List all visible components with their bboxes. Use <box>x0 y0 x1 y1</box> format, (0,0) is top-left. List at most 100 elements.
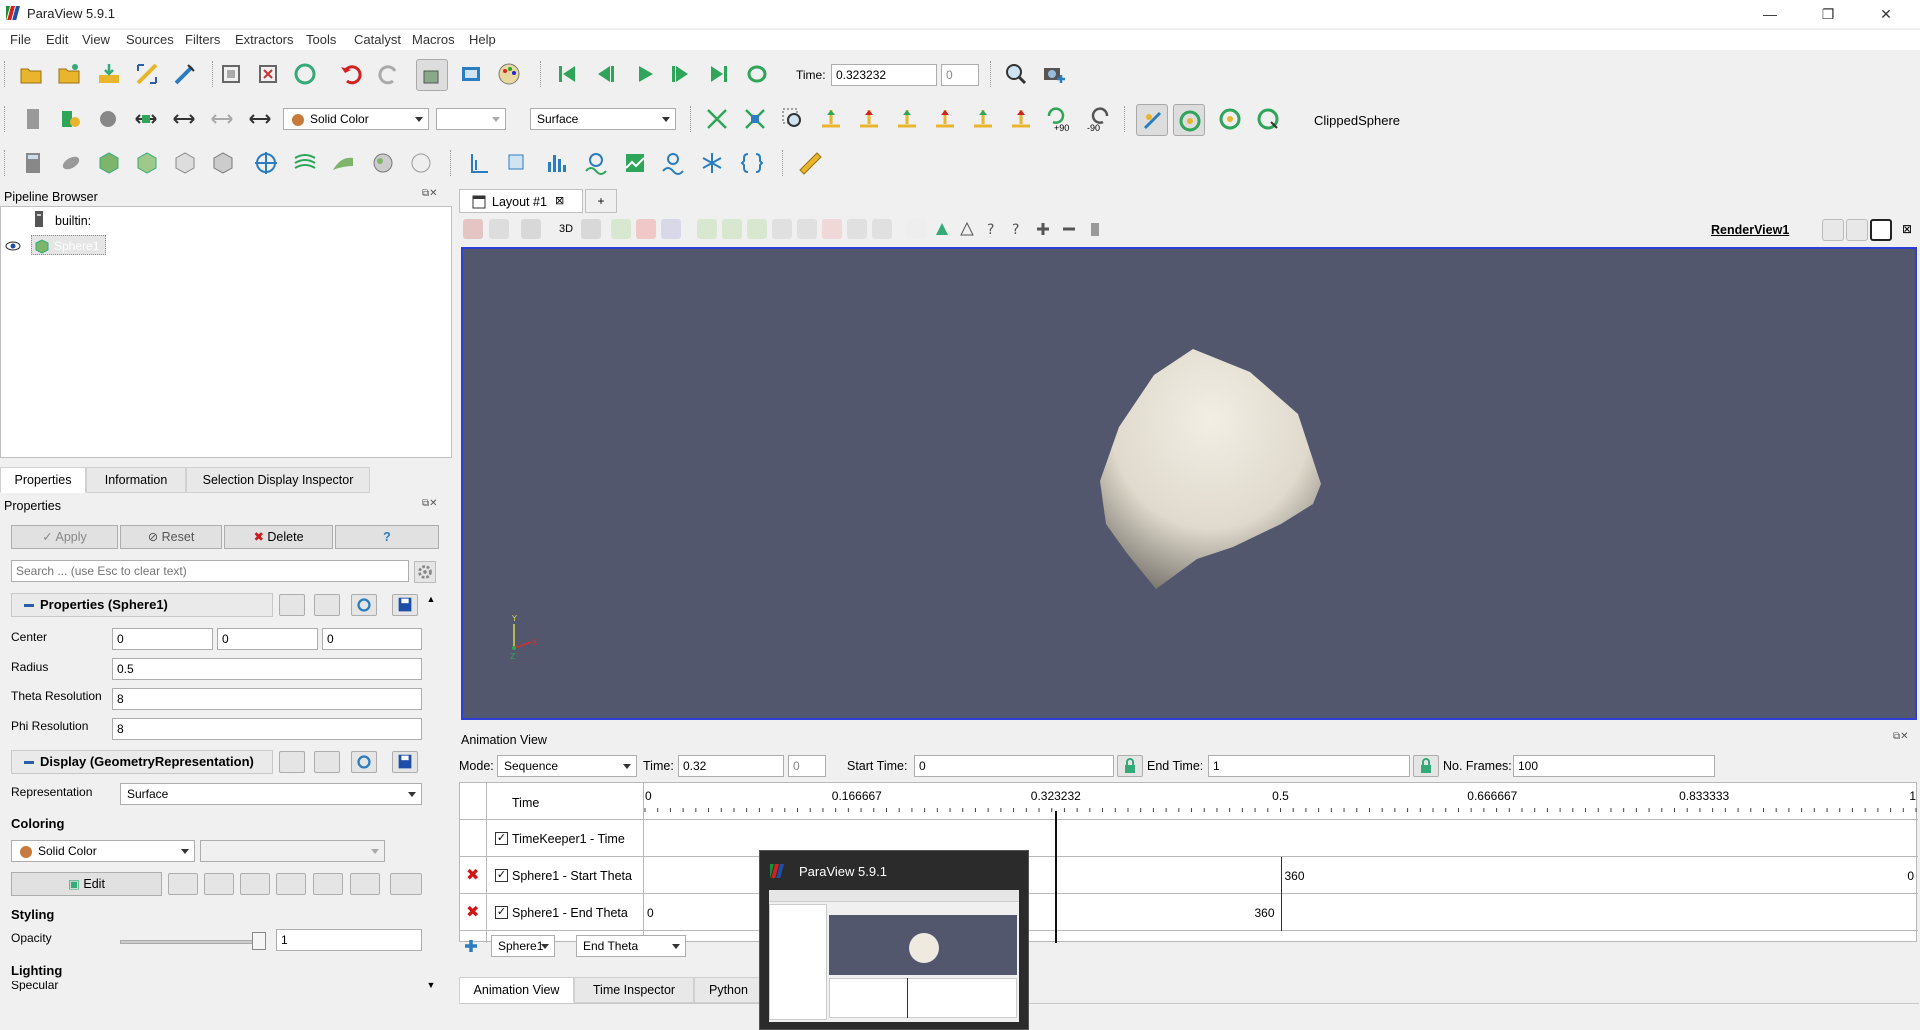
select-points-through-icon[interactable] <box>722 219 742 239</box>
maximize-view-icon[interactable] <box>1870 219 1892 241</box>
paste-display-icon[interactable] <box>314 751 340 773</box>
glyph-icon[interactable] <box>253 150 279 176</box>
visibility-eye-icon[interactable] <box>5 240 21 252</box>
rescale-data-range-icon[interactable] <box>133 106 159 132</box>
rescale-range-icon[interactable] <box>204 873 234 895</box>
menu-view[interactable]: View <box>82 32 110 47</box>
reset-button[interactable]: ⊘ Reset <box>120 525 222 549</box>
mode-select[interactable]: Sequence <box>497 755 637 777</box>
advanced-gear-icon[interactable] <box>414 561 436 583</box>
menu-help[interactable]: Help <box>469 32 496 47</box>
tab-layout-1[interactable]: Layout #1 ⊠ <box>459 189 583 213</box>
plot-data-icon[interactable] <box>504 150 530 176</box>
view-plus-z-icon[interactable] <box>970 106 996 132</box>
split-horizontal-icon[interactable] <box>1822 219 1844 241</box>
taskbar-preview[interactable]: ParaView 5.9.1 <box>759 850 1029 1030</box>
zoom-to-data-icon[interactable] <box>742 106 768 132</box>
save-display-defaults-icon[interactable] <box>392 751 418 773</box>
undo-icon[interactable] <box>338 61 364 87</box>
reload-display-icon[interactable] <box>351 751 377 773</box>
tab-properties[interactable]: Properties <box>0 467 86 493</box>
apply-button[interactable]: ✓ Apply <box>11 525 118 549</box>
panel-float-icon[interactable]: ⧉✕ <box>422 498 438 509</box>
warp-by-vector-icon[interactable] <box>330 150 356 176</box>
menu-macros[interactable]: Macros <box>412 32 455 47</box>
minimize-button[interactable]: — <box>1747 0 1793 28</box>
scalar-bar-icon[interactable] <box>350 873 380 895</box>
view-minus-x-icon[interactable] <box>856 106 882 132</box>
link-camera-icon[interactable] <box>458 61 484 87</box>
select-frustum-icon[interactable] <box>661 219 681 239</box>
screenshot-icon[interactable] <box>521 219 541 239</box>
save-state-icon[interactable] <box>56 61 82 87</box>
edit-color-map-icon[interactable] <box>95 106 121 132</box>
find-data-icon[interactable]: ? <box>1007 219 1027 239</box>
no-frames-input[interactable]: 100 <box>1513 755 1715 777</box>
connect-icon[interactable] <box>218 61 244 87</box>
add-track-property-select[interactable]: End Theta <box>576 935 686 957</box>
opacity-slider[interactable] <box>120 940 260 944</box>
add-selection-icon[interactable] <box>1033 219 1053 239</box>
plot-global-variables-icon[interactable] <box>660 150 686 176</box>
plot-over-time-icon[interactable] <box>583 150 609 176</box>
render-view[interactable]: Y X Z <box>461 247 1917 720</box>
hover-cells-icon[interactable] <box>872 219 892 239</box>
panel-float-icon[interactable]: ⧉✕ <box>422 188 438 199</box>
clear-selection-icon[interactable] <box>1085 219 1105 239</box>
calculator-filter-icon[interactable] <box>20 150 46 176</box>
edit-color-button[interactable]: ▣ Edit <box>11 872 162 896</box>
edit-scalar-bar-icon[interactable] <box>390 873 422 895</box>
contour-icon[interactable] <box>58 150 84 176</box>
menu-sources[interactable]: Sources <box>126 32 174 47</box>
grow-selection-icon[interactable] <box>907 219 927 239</box>
interact-toggle[interactable] <box>416 59 448 91</box>
opacity-input[interactable]: 1 <box>276 929 422 951</box>
representation-select[interactable]: Surface <box>120 783 422 805</box>
extract-subset-icon[interactable] <box>210 150 236 176</box>
color-picker-icon[interactable] <box>168 873 198 895</box>
rescale-custom-range-icon[interactable] <box>240 873 270 895</box>
layout-close-icon[interactable]: ⊠ <box>555 194 564 207</box>
slice-icon[interactable] <box>134 150 160 176</box>
select-polygon-icon[interactable] <box>747 219 767 239</box>
previous-frame-icon[interactable] <box>592 61 618 87</box>
help-button[interactable]: ? <box>335 525 439 549</box>
phi-resolution-input[interactable]: 8 <box>112 718 422 740</box>
component-combo[interactable] <box>436 108 506 130</box>
time-index-spinbox[interactable]: 0 <box>941 64 979 86</box>
loop-icon[interactable] <box>744 61 770 87</box>
group-datasets-icon[interactable] <box>370 150 396 176</box>
scroll-up-arrow[interactable]: ▲ <box>424 594 438 608</box>
track-checkbox-end-theta[interactable]: ✓ <box>495 906 508 919</box>
query-icon[interactable]: ? <box>982 219 1002 239</box>
pipeline-root[interactable]: builtin: <box>55 214 91 228</box>
disconnect-icon[interactable] <box>255 61 281 87</box>
add-track-icon[interactable] <box>463 938 479 954</box>
camera-add-icon[interactable] <box>1041 61 1067 87</box>
next-frame-icon[interactable] <box>668 61 694 87</box>
menu-extractors[interactable]: Extractors <box>235 32 294 47</box>
extract-level-icon[interactable] <box>408 150 434 176</box>
time-input[interactable]: 0.323232 <box>831 64 937 86</box>
show-center-toggle[interactable] <box>1136 104 1168 136</box>
opacity-slider-handle[interactable] <box>252 932 266 950</box>
tab-time-inspector[interactable]: Time Inspector <box>574 977 694 1003</box>
menu-catalyst[interactable]: Catalyst <box>354 32 401 47</box>
zoom-view-icon[interactable] <box>581 219 601 239</box>
grow-icon[interactable] <box>957 219 977 239</box>
menu-edit[interactable]: Edit <box>46 32 68 47</box>
rescale-visible-icon[interactable] <box>247 106 273 132</box>
copy-properties-icon[interactable] <box>279 594 305 616</box>
plot-over-line-icon[interactable] <box>466 150 492 176</box>
pick-center-toggle[interactable] <box>1173 104 1205 136</box>
section-properties-sphere1[interactable]: Properties (Sphere1) <box>11 593 273 617</box>
copy-display-icon[interactable] <box>279 751 305 773</box>
open-icon[interactable] <box>18 61 44 87</box>
add-layout-button[interactable]: + <box>585 189 617 213</box>
reset-camera-icon[interactable] <box>134 61 160 87</box>
save-defaults-icon[interactable] <box>392 594 418 616</box>
interactive-select-icon[interactable] <box>822 219 842 239</box>
menu-filters[interactable]: Filters <box>185 32 220 47</box>
rescale-temporal-icon[interactable] <box>209 106 235 132</box>
select-blocks-icon[interactable] <box>797 219 817 239</box>
